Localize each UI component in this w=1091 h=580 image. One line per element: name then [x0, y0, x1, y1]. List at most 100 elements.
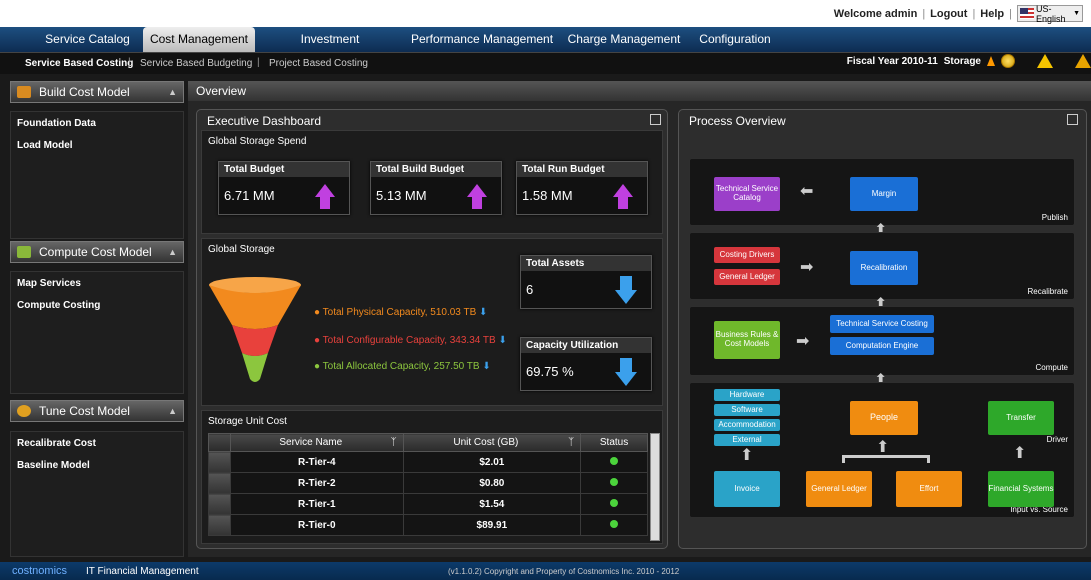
footer: costnomics IT Financial Management (v1.1… [0, 562, 1091, 580]
arrow-right-icon: ➡ [796, 333, 810, 350]
box-effort[interactable]: Effort [896, 471, 962, 507]
box-recalibration[interactable]: Recalibration [850, 251, 918, 285]
column-header-unit-cost[interactable]: Unit Cost (GB) ᛉ [402, 433, 582, 452]
box-costing-drivers[interactable]: Costing Drivers [714, 247, 780, 263]
welcome-text: Welcome admin [833, 7, 918, 20]
footer-brand: costnomics [12, 565, 68, 577]
arrow-up-icon: ⬆ [740, 447, 754, 464]
chevron-up-icon[interactable]: ▲ [168, 242, 177, 262]
table-row[interactable]: R-Tier-2 $0.80 [208, 472, 648, 494]
footer-product: IT Financial Management [86, 566, 199, 577]
panel-title: Executive Dashboard [207, 114, 322, 128]
box-general-ledger-input[interactable]: General Ledger [806, 471, 872, 507]
sidebar-item-recalibrate-cost[interactable]: Recalibrate Cost [11, 432, 183, 454]
chevron-down-icon: ▼ [1073, 10, 1080, 17]
sidebar-head-compute[interactable]: Compute Cost Model ▲ [10, 241, 184, 263]
subnav-service-based-costing[interactable]: Service Based Costing [25, 58, 133, 69]
executive-dashboard-panel: Executive Dashboard Global Storage Spend… [196, 109, 668, 549]
table-row[interactable]: R-Tier-0 $89.91 [208, 514, 648, 536]
panel-title: Process Overview [689, 114, 786, 128]
warning-icon[interactable] [1037, 54, 1053, 68]
sidebar-item-load-model[interactable]: Load Model [11, 134, 183, 156]
band-publish: Publish Technical Service Catalog ⬅ Marg… [689, 158, 1075, 226]
box-invoice[interactable]: Invoice [714, 471, 780, 507]
chevron-up-icon[interactable]: ▲ [168, 82, 177, 102]
user-menu: Welcome admin | Logout | Help | US-Engli… [833, 4, 1083, 24]
arrow-down-icon [615, 276, 637, 304]
box-business-rules[interactable]: Business Rules & Cost Models [714, 321, 780, 359]
sidebar: Build Cost Model ▲ Foundation Data Load … [10, 81, 184, 557]
subnav-service-based-budgeting[interactable]: Service Based Budgeting [140, 58, 252, 69]
globe-icon[interactable] [1001, 54, 1015, 68]
logout-link[interactable]: Logout [930, 8, 967, 20]
band-compute: Compute Business Rules & Cost Models ➡ T… [689, 306, 1075, 376]
funnel-chart [209, 277, 301, 382]
sidebar-head-build[interactable]: Build Cost Model ▲ [10, 81, 184, 103]
external-link-icon[interactable] [650, 114, 661, 125]
sidebar-body-compute: Map Services Compute Costing [10, 271, 184, 394]
tab-investment-management[interactable]: Investment Management [265, 27, 395, 71]
sidebar-item-foundation-data[interactable]: Foundation Data [11, 112, 183, 134]
box-general-ledger[interactable]: General Ledger [714, 269, 780, 285]
sidebar-item-map-services[interactable]: Map Services [11, 272, 183, 294]
table-row[interactable]: R-Tier-4 $2.01 [208, 451, 648, 473]
tab-performance-management[interactable]: Performance Management [408, 27, 556, 52]
help-link[interactable]: Help [980, 8, 1004, 20]
unit-cost-table: Service Name ᛉ Unit Cost (GB) ᛉ Status R… [208, 433, 648, 536]
gear-icon [17, 405, 31, 417]
box-hardware[interactable]: Hardware [714, 389, 780, 401]
box-technical-service-costing[interactable]: Technical Service Costing [830, 315, 934, 333]
tab-configuration[interactable]: Configuration [694, 27, 776, 52]
box-margin[interactable]: Margin [850, 177, 918, 211]
box-people[interactable]: People [850, 401, 918, 435]
storage-unit-cost: Storage Unit Cost Service Name ᛉ Unit Co… [201, 410, 663, 544]
sidebar-body-build: Foundation Data Load Model [10, 111, 184, 239]
column-header-service-name[interactable]: Service Name ᛉ [230, 433, 404, 452]
global-storage-spend: Global Storage Spend Total Budget 6.71 M… [201, 130, 663, 234]
arrow-up-icon[interactable] [987, 56, 995, 66]
global-storage: Global Storage ● Total Physical Capacity… [201, 238, 663, 406]
build-icon [17, 86, 31, 98]
subnav-project-based-costing[interactable]: Project Based Costing [269, 58, 368, 69]
main-area: Executive Dashboard Global Storage Spend… [188, 101, 1091, 557]
fiscal-year: Fiscal Year 2010-11 [846, 55, 938, 67]
kpi-total-build-budget: Total Build Budget 5.13 MM [370, 161, 502, 215]
kpi-total-budget: Total Budget 6.71 MM [218, 161, 350, 215]
kpi-total-assets: Total Assets 6 [520, 255, 652, 309]
sidebar-item-baseline-model[interactable]: Baseline Model [11, 454, 183, 476]
context-bar: Fiscal Year 2010-11 Storage [847, 54, 1091, 68]
arrow-down-icon [615, 358, 637, 386]
language-select[interactable]: US-English ▼ [1017, 4, 1083, 24]
us-flag-icon [1020, 8, 1035, 19]
tab-cost-management[interactable]: Cost Management [143, 27, 255, 52]
main-nav: Service Catalog Cost Management Investme… [0, 27, 1091, 71]
status-ok-icon [610, 456, 619, 465]
sidebar-head-tune[interactable]: Tune Cost Model ▲ [10, 400, 184, 422]
box-technical-service-catalog[interactable]: Technical Service Catalog [714, 177, 780, 211]
external-link-icon[interactable] [1067, 114, 1078, 125]
storage-label: Storage [943, 55, 981, 67]
arrow-up-icon: ⬆ [876, 439, 890, 456]
box-software[interactable]: Software [714, 404, 780, 416]
column-header-status[interactable]: Status [580, 433, 648, 452]
kpi-capacity-utilization: Capacity Utilization 69.75 % [520, 337, 652, 391]
box-computation-engine[interactable]: Computation Engine [830, 337, 934, 355]
status-ok-icon [610, 519, 619, 528]
box-accommodation[interactable]: Accommodation [714, 419, 780, 431]
kpi-total-run-budget: Total Run Budget 1.58 MM [516, 161, 648, 215]
table-row[interactable]: R-Tier-1 $1.54 [208, 493, 648, 515]
legend-allocated: ● Total Allocated Capacity, 257.50 TB ⬇ [314, 361, 491, 372]
tab-charge-management[interactable]: Charge Management [565, 27, 683, 52]
arrow-right-icon: ➡ [800, 259, 814, 276]
arrow-up-icon [467, 184, 487, 210]
chevron-up-icon[interactable]: ▲ [168, 401, 177, 421]
scrollbar[interactable] [650, 433, 660, 541]
tab-service-catalog[interactable]: Service Catalog [40, 27, 135, 52]
top-bar: Welcome admin | Logout | Help | US-Engli… [0, 0, 1091, 27]
box-transfer[interactable]: Transfer [988, 401, 1054, 435]
box-financial-systems[interactable]: Financial Systems [988, 471, 1054, 507]
alert-icon[interactable] [1075, 54, 1091, 68]
arrow-up-icon [315, 184, 335, 210]
sidebar-body-tune: Recalibrate Cost Baseline Model [10, 431, 184, 557]
sidebar-item-compute-costing[interactable]: Compute Costing [11, 294, 183, 316]
